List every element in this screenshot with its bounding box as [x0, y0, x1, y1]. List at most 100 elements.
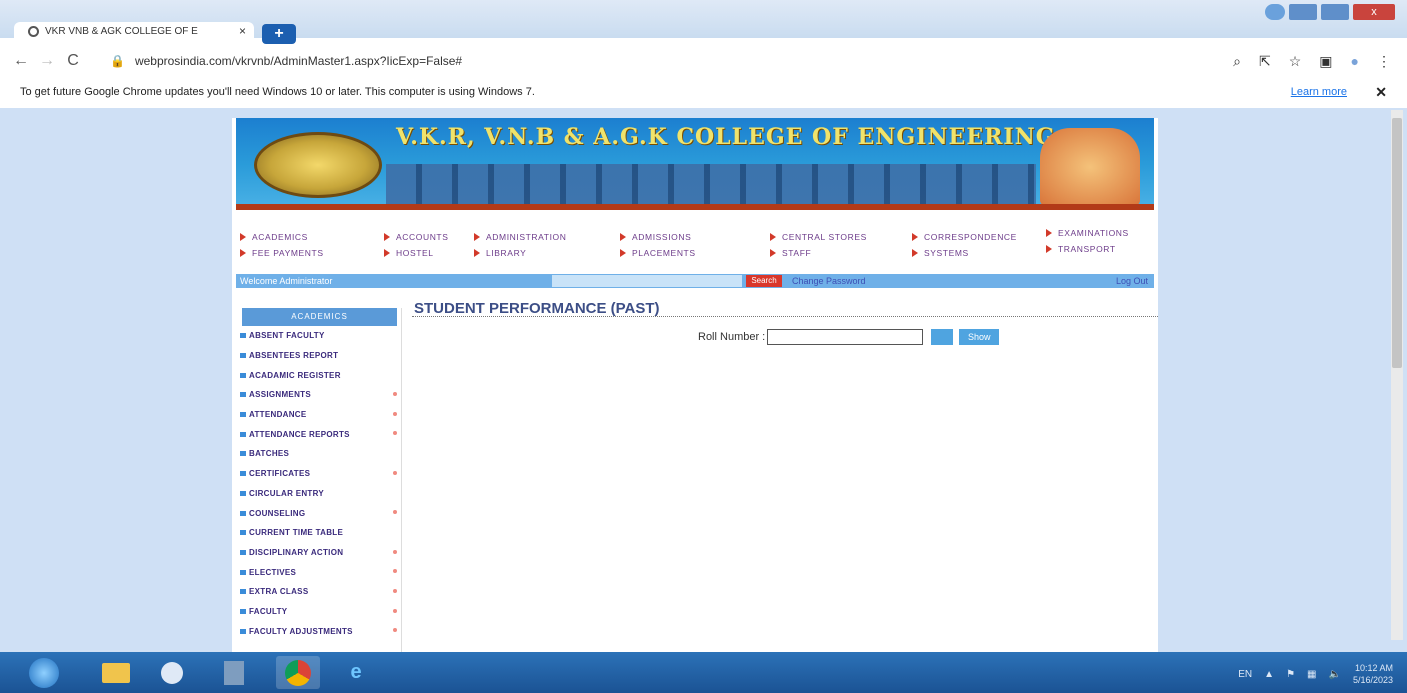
sidebar-item-label: ATTENDANCE REPORTS	[249, 429, 350, 439]
lock-icon[interactable]: 🔒	[110, 54, 125, 68]
menu-item-systems[interactable]: SYSTEMS	[912, 248, 969, 258]
bullet-icon	[240, 628, 246, 634]
file-explorer-icon[interactable]	[94, 656, 138, 689]
bookmark-star-icon[interactable]: ☆	[1289, 53, 1302, 70]
search-icon[interactable]: ⌕	[1233, 53, 1241, 70]
internet-explorer-icon[interactable]: e	[334, 656, 378, 689]
url-field[interactable]: webprosindia.com/vkrvnb/AdminMaster1.asp…	[135, 54, 462, 68]
bullet-icon	[240, 589, 246, 595]
language-indicator[interactable]: EN	[1238, 669, 1252, 680]
back-icon[interactable]: ←	[8, 52, 34, 70]
profile-dropdown-icon[interactable]	[1265, 4, 1285, 20]
volume-icon[interactable]: 🔈	[1329, 669, 1341, 680]
menu-item-admissions[interactable]: ADMISSIONS	[620, 232, 691, 242]
learn-more-link[interactable]: Learn more	[1291, 86, 1347, 98]
show-button[interactable]: Show	[959, 329, 1000, 345]
sidebar-item-label: ASSIGNMENTS	[249, 390, 311, 400]
arrow-icon	[620, 249, 626, 257]
app-icon[interactable]	[212, 656, 256, 689]
arrow-icon	[384, 249, 390, 257]
submenu-indicator-icon	[393, 628, 397, 633]
sidebar-item[interactable]: CIRCULAR ENTRY	[238, 484, 401, 504]
submenu-indicator-icon	[393, 588, 397, 593]
maximize-button[interactable]	[1321, 4, 1349, 20]
minimize-button[interactable]	[1289, 4, 1317, 20]
taskbar: e EN ▲ ⚑ ▦ 🔈 10:12 AM 5/16/2023	[0, 652, 1407, 693]
building-image	[386, 164, 1036, 208]
submenu-indicator-icon	[393, 510, 397, 515]
bullet-icon	[240, 412, 246, 418]
infobar-close-button[interactable]: ✕	[1375, 84, 1387, 101]
sidebar-item[interactable]: ABSENTEES REPORT	[238, 346, 401, 366]
media-player-icon[interactable]	[150, 656, 194, 689]
menu-item-placements[interactable]: PLACEMENTS	[620, 248, 696, 258]
flag-icon[interactable]: ⚑	[1286, 669, 1295, 680]
sidebar-item[interactable]: ABSENT FACULTY	[238, 326, 401, 346]
arrow-icon	[1046, 245, 1052, 253]
share-icon[interactable]: ⇱	[1259, 53, 1271, 70]
network-icon[interactable]: ▦	[1307, 669, 1316, 680]
menu-label: LIBRARY	[486, 248, 527, 258]
menu-item-examinations[interactable]: EXAMINATIONS	[1046, 228, 1129, 238]
menu-item-administration[interactable]: ADMINISTRATION	[474, 232, 567, 242]
menu-label: HOSTEL	[396, 248, 434, 258]
deity-image	[1040, 128, 1140, 206]
arrow-icon	[474, 233, 480, 241]
chrome-icon[interactable]	[276, 656, 320, 689]
bullet-icon	[240, 353, 246, 359]
sidebar-item[interactable]: FACULTY ADJUSTMENTS	[238, 621, 401, 641]
profile-icon[interactable]: ●	[1351, 53, 1359, 69]
menu-item-central-stores[interactable]: CENTRAL STORES	[770, 232, 867, 242]
sidebar-item[interactable]: ACADAMIC REGISTER	[238, 365, 401, 385]
menu-item-correspondence[interactable]: CORRESPONDENCE	[912, 232, 1017, 242]
tray-arrow-icon[interactable]: ▲	[1264, 669, 1274, 680]
sidebar-item[interactable]: CERTIFICATES	[238, 464, 401, 484]
page-title: STUDENT PERFORMANCE (PAST)	[414, 300, 660, 317]
window-close-button[interactable]: x	[1353, 4, 1395, 20]
change-password-link[interactable]: Change Password	[792, 276, 866, 286]
menu-kebab-icon[interactable]: ⋮	[1377, 53, 1391, 70]
lookup-button[interactable]	[931, 329, 954, 345]
menu-label: ACCOUNTS	[396, 232, 449, 242]
reload-icon[interactable]: C	[60, 52, 86, 70]
vertical-scrollbar[interactable]	[1391, 110, 1403, 640]
sidebar-item[interactable]: CURRENT TIME TABLE	[238, 523, 401, 543]
sidebar-item-label: COUNSELING	[249, 508, 306, 518]
forward-icon[interactable]: →	[34, 52, 60, 70]
new-tab-button[interactable]: +	[262, 24, 296, 44]
bullet-icon	[240, 451, 246, 457]
search-input[interactable]	[552, 275, 742, 287]
scrollbar-thumb[interactable]	[1392, 118, 1402, 368]
sidebar-item[interactable]: EXTRA CLASS	[238, 582, 401, 602]
menu-item-hostel[interactable]: HOSTEL	[384, 248, 434, 258]
sidebar-item[interactable]: FACULTY	[238, 602, 401, 622]
sidebar-item[interactable]: ATTENDANCE REPORTS	[238, 424, 401, 444]
roll-number-input[interactable]	[767, 329, 924, 345]
tab-close-button[interactable]: ×	[239, 24, 254, 38]
submenu-indicator-icon	[393, 431, 397, 436]
sidebar-item[interactable]: ATTENDANCE	[238, 405, 401, 425]
college-name: V.K.R, V.N.B & A.G.K COLLEGE OF ENGINEER…	[396, 124, 1056, 150]
sidebar-item[interactable]: ASSIGNMENTS	[238, 385, 401, 405]
sidebar-item[interactable]: DISCIPLINARY ACTION	[238, 543, 401, 563]
menu-item-library[interactable]: LIBRARY	[474, 248, 526, 258]
menu-item-fee-payments[interactable]: FEE PAYMENTS	[240, 248, 324, 258]
menu-label: CENTRAL STORES	[782, 232, 867, 242]
menu-item-academics[interactable]: ACADEMICS	[240, 232, 308, 242]
start-button[interactable]	[22, 656, 66, 689]
clock[interactable]: 10:12 AM 5/16/2023	[1353, 662, 1393, 686]
logout-link[interactable]: Log Out	[1116, 276, 1148, 286]
search-button[interactable]: Search	[746, 275, 782, 287]
arrow-icon	[240, 249, 246, 257]
arrow-icon	[240, 233, 246, 241]
menu-item-accounts[interactable]: ACCOUNTS	[384, 232, 449, 242]
menu-item-transport[interactable]: TRANSPORT	[1046, 244, 1116, 254]
sidebar-item[interactable]: ELECTIVES	[238, 562, 401, 582]
top-menu: ACADEMICS FEE PAYMENTS ACCOUNTS HOSTEL A…	[236, 228, 1154, 268]
sidebar-item[interactable]: BATCHES	[238, 444, 401, 464]
sidebar-item[interactable]: COUNSELING	[238, 503, 401, 523]
menu-item-staff[interactable]: STAFF	[770, 248, 811, 258]
side-panel-icon[interactable]: ▣	[1319, 53, 1332, 70]
submenu-indicator-icon	[393, 608, 397, 613]
browser-tab[interactable]: VKR VNB & AGK COLLEGE OF E ×	[14, 22, 254, 40]
